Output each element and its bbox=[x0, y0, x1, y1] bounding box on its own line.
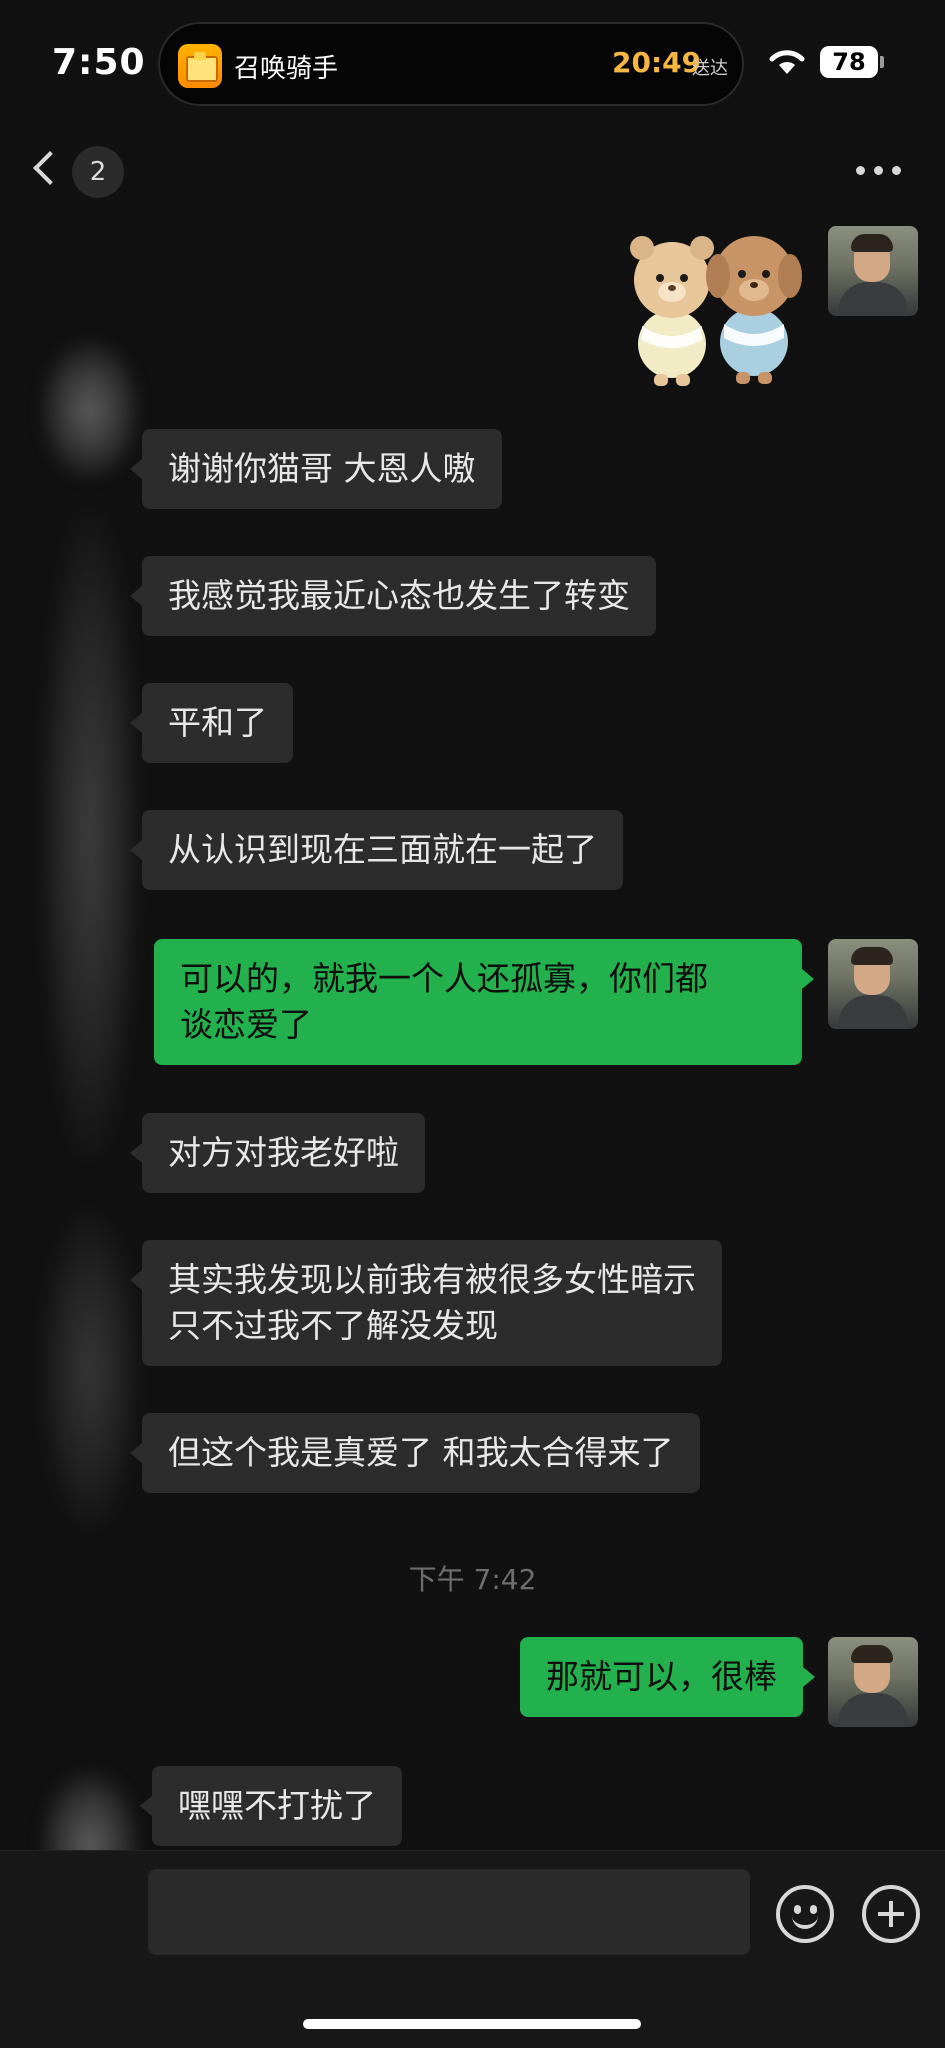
incoming-message-bubble[interactable]: 对方对我老好啦 bbox=[130, 1113, 425, 1193]
incoming-message-bubble[interactable]: 但这个我是真爱了 和我太合得来了 bbox=[130, 1413, 700, 1493]
more-dots-icon bbox=[856, 166, 865, 175]
more-options-button[interactable] bbox=[856, 152, 912, 192]
chat-input-bar bbox=[0, 1850, 945, 2048]
chevron-left-icon bbox=[33, 151, 67, 185]
battery-level: 78 bbox=[820, 46, 878, 78]
contact-avatar-blurred[interactable] bbox=[40, 1210, 140, 1530]
emoji-icon[interactable] bbox=[776, 1885, 834, 1943]
live-activity-eta-time: 20:49 bbox=[612, 46, 702, 79]
wifi-icon bbox=[769, 50, 805, 74]
contact-avatar-blurred[interactable] bbox=[40, 340, 140, 480]
outgoing-message-bubble[interactable]: 可以的，就我一个人还孤寡，你们都 谈恋爱了 bbox=[154, 939, 814, 1065]
outgoing-message-bubble[interactable]: 那就可以，很棒 bbox=[520, 1637, 815, 1717]
dynamic-island-live-activity[interactable]: 召唤骑手 20:49 送达 bbox=[158, 22, 744, 106]
incoming-message-bubble[interactable]: 嘿嘿不打扰了 bbox=[140, 1766, 402, 1846]
live-activity-eta-label: 送达 bbox=[692, 58, 728, 79]
incoming-message-bubble[interactable]: 从认识到现在三面就在一起了 bbox=[130, 810, 623, 890]
message-list[interactable]: 谢谢你猫哥 大恩人嗷 我感觉我最近心态也发生了转变 平和了 从认识到现在三面就在… bbox=[0, 210, 945, 1850]
unread-count-badge: 2 bbox=[72, 146, 124, 198]
my-avatar[interactable] bbox=[828, 1637, 918, 1727]
contact-avatar-blurred[interactable] bbox=[40, 510, 140, 1160]
my-avatar[interactable] bbox=[828, 226, 918, 316]
back-button[interactable]: 2 bbox=[30, 144, 130, 198]
chat-nav-bar: 2 bbox=[0, 130, 945, 210]
plus-icon[interactable] bbox=[862, 1885, 920, 1943]
incoming-message-bubble[interactable]: 我感觉我最近心态也发生了转变 bbox=[130, 556, 656, 636]
contact-avatar-blurred[interactable] bbox=[40, 1770, 140, 1850]
delivery-box-icon bbox=[178, 44, 222, 88]
message-input[interactable] bbox=[148, 1869, 750, 1955]
incoming-message-bubble[interactable]: 平和了 bbox=[130, 683, 293, 763]
my-avatar[interactable] bbox=[828, 939, 918, 1029]
message-timestamp: 下午 7:42 bbox=[408, 1563, 537, 1596]
status-bar: 7:50 召唤骑手 20:49 送达 78 bbox=[0, 0, 945, 130]
status-time: 7:50 bbox=[52, 42, 146, 83]
live-activity-app-name: 召唤骑手 bbox=[234, 54, 339, 84]
incoming-message-bubble[interactable]: 谢谢你猫哥 大恩人嗷 bbox=[130, 429, 502, 509]
battery-tip bbox=[880, 56, 884, 68]
more-dots-icon bbox=[892, 166, 901, 175]
more-dots-icon bbox=[874, 166, 883, 175]
incoming-message-bubble[interactable]: 其实我发现以前我有被很多女性暗示 只不过我不了解没发现 bbox=[130, 1240, 722, 1366]
home-indicator[interactable] bbox=[303, 2019, 641, 2029]
two-plush-bears-sticker[interactable] bbox=[614, 222, 814, 392]
